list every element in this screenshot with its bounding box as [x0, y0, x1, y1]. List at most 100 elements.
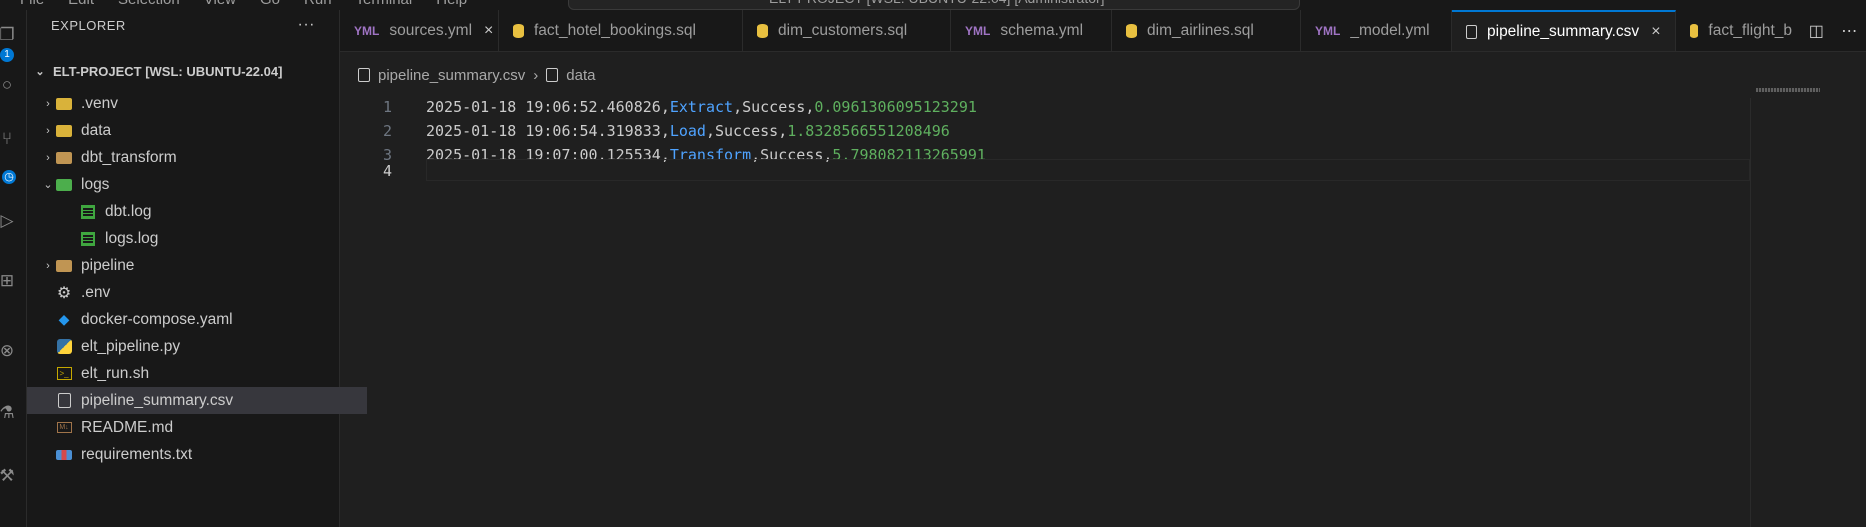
tree-item-logs[interactable]: ⌄ logs — [27, 171, 353, 198]
tab-dim-airlines[interactable]: dim_airlines.sql — [1112, 10, 1301, 51]
tab-label: dim_airlines.sql — [1147, 21, 1254, 39]
logs-folder-icon — [55, 177, 73, 193]
breadcrumb-symbol[interactable]: data — [566, 67, 595, 84]
menu-edit[interactable]: Edit — [68, 0, 94, 8]
step: Load — [669, 122, 706, 140]
tab-label: sources.yml — [389, 21, 473, 39]
tab-label: pipeline_summary.csv — [1487, 22, 1640, 40]
remote-explorer-icon[interactable]: ⊗ — [0, 340, 18, 362]
tree-item-label: logs — [81, 175, 110, 193]
tree-item-label: logs.log — [105, 229, 159, 247]
close-icon[interactable]: × — [484, 22, 493, 40]
code-line: 2025-01-18 19:06:52.460826,Extract,Succe… — [426, 98, 977, 116]
markdown-icon: M↓ — [55, 420, 73, 436]
source-control-icon[interactable]: ⑂ — [0, 128, 18, 150]
current-line-highlight — [426, 159, 1750, 181]
shell-icon: >_ — [55, 366, 73, 382]
menu-view[interactable]: View — [204, 0, 236, 8]
tree-item-label: .venv — [81, 94, 119, 112]
tree-item-label: requirements.txt — [81, 445, 193, 463]
step: Extract — [669, 98, 734, 116]
line-number: 1 — [382, 98, 392, 116]
menu-terminal[interactable]: Terminal — [356, 0, 413, 8]
more-actions-icon[interactable]: ··· — [298, 16, 315, 34]
line-number: 4 — [382, 162, 392, 180]
docker-icon: ◆ — [58, 311, 70, 327]
menu-file[interactable]: File — [20, 0, 44, 8]
tree-item-docker-compose[interactable]: ◆ docker-compose.yaml — [27, 306, 367, 333]
yaml-icon: YML — [354, 23, 380, 38]
data-folder-icon — [55, 123, 73, 139]
tree-item-dbt-log[interactable]: dbt.log — [27, 198, 391, 225]
menu-help[interactable]: Help — [436, 0, 467, 8]
tree-item-pipeline-summary[interactable]: pipeline_summary.csv — [27, 387, 367, 414]
testing-icon[interactable]: ⚗ — [0, 402, 18, 424]
workspace-root-label: ELT-PROJECT [WSL: UBUNTU-22.04] — [53, 64, 283, 79]
tree-item-pipeline[interactable]: › pipeline — [27, 252, 353, 279]
tree-item-label: docker-compose.yaml — [81, 310, 233, 328]
tree-item-data[interactable]: › data — [27, 117, 353, 144]
tab-model-yml[interactable]: YML _model.yml — [1301, 10, 1452, 51]
explorer-title: EXPLORER — [51, 17, 126, 33]
tab-schema-yml[interactable]: YML schema.yml — [951, 10, 1112, 51]
breadcrumb-file[interactable]: pipeline_summary.csv — [378, 67, 525, 84]
explorer-header: EXPLORER ··· — [27, 10, 339, 40]
tab-actions: ◫ ⋯ — [1800, 10, 1866, 51]
workspace-root[interactable]: ⌄ ELT-PROJECT [WSL: UBUNTU-22.04] — [33, 64, 282, 79]
tab-fact-flight[interactable]: fact_flight_b — [1676, 10, 1806, 51]
explorer-badge: 1 — [0, 48, 14, 62]
tree-item-readme[interactable]: M↓ README.md — [27, 414, 367, 441]
explorer-sidebar: EXPLORER ··· ⌄ ELT-PROJECT [WSL: UBUNTU-… — [27, 10, 367, 527]
split-editor-icon[interactable]: ◫ — [1809, 21, 1824, 41]
gear-icon: ⚙ — [56, 284, 72, 302]
status: Success — [715, 122, 779, 140]
file-icon — [546, 68, 559, 82]
requirements-icon — [55, 447, 73, 463]
menu-selection[interactable]: Selection — [118, 0, 180, 8]
database-icon — [757, 23, 768, 38]
yaml-icon: YML — [1315, 23, 1341, 38]
timeline-icon[interactable]: ◷ — [2, 170, 16, 184]
breadcrumb: pipeline_summary.csv › data — [340, 52, 595, 98]
file-icon — [358, 68, 370, 82]
tab-fact-hotel-bookings[interactable]: fact_hotel_bookings.sql — [499, 10, 743, 51]
timestamp: 2025-01-18 19:06:52.460826 — [426, 98, 661, 116]
chevron-right-icon: › — [46, 259, 50, 272]
tree-item-logs-log[interactable]: logs.log — [27, 225, 391, 252]
run-debug-icon[interactable]: ▷ — [0, 210, 18, 232]
database-icon — [513, 23, 524, 38]
tab-label: schema.yml — [1000, 21, 1084, 39]
tab-dim-customers[interactable]: dim_customers.sql — [743, 10, 951, 51]
chevron-down-icon: ⌄ — [43, 179, 53, 191]
tab-pipeline-summary[interactable]: pipeline_summary.csv × — [1452, 10, 1676, 51]
menu-run[interactable]: Run — [304, 0, 332, 8]
folder-icon — [55, 258, 73, 274]
explorer-icon[interactable]: ❐ — [0, 24, 18, 46]
more-actions-icon[interactable]: ⋯ — [1841, 21, 1857, 41]
close-icon[interactable]: × — [1651, 23, 1660, 41]
tree-item-elt-run[interactable]: >_ elt_run.sh — [27, 360, 367, 387]
code-line: 2025-01-18 19:06:54.319833,Load,Success,… — [426, 122, 950, 140]
tab-label: fact_hotel_bookings.sql — [534, 21, 697, 39]
tree-item-venv[interactable]: › .venv — [27, 90, 353, 117]
tools-icon[interactable]: ⚒ — [0, 465, 18, 487]
status: Success — [742, 98, 806, 116]
command-center[interactable]: ELT-PROJECT [WSL: UBUNTU-22.04] [Adminis… — [568, 0, 1300, 10]
menu-go[interactable]: Go — [260, 0, 280, 8]
tab-sources-yml[interactable]: YML sources.yml × — [340, 10, 499, 51]
tree-item-elt-pipeline[interactable]: elt_pipeline.py — [27, 333, 367, 360]
chevron-right-icon: › — [46, 124, 50, 137]
log-file-icon — [79, 204, 97, 220]
tree-item-env[interactable]: ⚙ .env — [27, 279, 367, 306]
tree-item-label: README.md — [81, 418, 174, 436]
tree-item-dbt-transform[interactable]: › dbt_transform — [27, 144, 353, 171]
tree-item-requirements[interactable]: requirements.txt — [27, 441, 367, 468]
tree-item-label: dbt.log — [105, 202, 152, 220]
search-icon[interactable]: ○ — [0, 74, 18, 96]
chevron-right-icon: › — [46, 151, 50, 164]
code-editor[interactable]: 1 2025-01-18 19:06:52.460826,Extract,Suc… — [340, 98, 1750, 527]
minimap[interactable] — [1756, 88, 1820, 92]
breadcrumb-separator: › — [533, 66, 539, 84]
database-icon — [1690, 23, 1699, 38]
extensions-icon[interactable]: ⊞ — [0, 270, 18, 292]
